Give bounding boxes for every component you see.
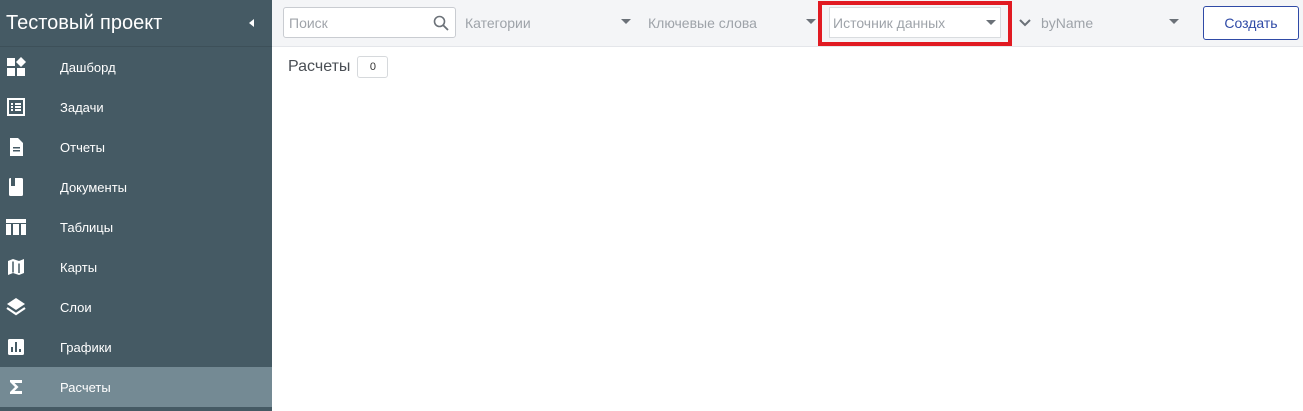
sidebar-item-documents[interactable]: Документы bbox=[0, 167, 272, 207]
app-window: Тестовый проект Дашборд Задачи Отчеты До… bbox=[0, 0, 1303, 411]
sidebar-item-tables[interactable]: Таблицы bbox=[0, 207, 272, 247]
keywords-dropdown[interactable]: Ключевые слова bbox=[648, 7, 820, 38]
filter-toolbar: Категории Ключевые слова Источник данных… bbox=[272, 0, 1303, 47]
tasks-icon bbox=[6, 97, 26, 117]
sort-dropdown[interactable]: byName bbox=[1017, 7, 1183, 38]
sidebar: Тестовый проект Дашборд Задачи Отчеты До… bbox=[0, 0, 272, 411]
categories-dropdown-label: Категории bbox=[465, 14, 531, 31]
sidebar-item-label: Графики bbox=[60, 339, 112, 355]
sidebar-item-calculations[interactable]: Расчеты bbox=[0, 367, 272, 407]
caret-down-icon bbox=[986, 20, 996, 25]
create-button[interactable]: Создать bbox=[1203, 6, 1299, 40]
sidebar-item-label: Задачи bbox=[60, 99, 104, 115]
collapse-sidebar-button[interactable] bbox=[240, 11, 264, 35]
sigma-icon bbox=[6, 377, 26, 397]
chevron-down-icon bbox=[1019, 18, 1031, 26]
categories-dropdown[interactable]: Категории bbox=[465, 7, 635, 38]
sidebar-item-label: Отчеты bbox=[60, 139, 105, 155]
chevron-left-icon bbox=[249, 19, 254, 27]
sidebar-item-maps[interactable]: Карты bbox=[0, 247, 272, 287]
sidebar-item-label: Документы bbox=[60, 179, 128, 195]
keywords-dropdown-label: Ключевые слова bbox=[648, 14, 757, 31]
dashboard-icon bbox=[6, 57, 26, 77]
data-source-dropdown-label: Источник данных bbox=[833, 14, 946, 31]
sidebar-item-layers[interactable]: Слои bbox=[0, 287, 272, 327]
table-icon bbox=[6, 217, 26, 237]
report-icon bbox=[6, 137, 26, 157]
sidebar-item-label: Дашборд bbox=[60, 59, 116, 75]
layers-icon bbox=[6, 297, 26, 317]
caret-down-icon bbox=[806, 19, 816, 24]
main-content: Расчеты 0 bbox=[272, 47, 1303, 411]
chart-icon bbox=[6, 337, 26, 357]
search-box bbox=[283, 7, 456, 38]
sidebar-item-label: Таблицы bbox=[60, 219, 114, 235]
sidebar-item-label: Слои bbox=[60, 299, 92, 315]
section-header: Расчеты 0 bbox=[288, 56, 389, 78]
caret-down-icon bbox=[621, 19, 631, 24]
sidebar-item-reports[interactable]: Отчеты bbox=[0, 127, 272, 167]
count-badge: 0 bbox=[357, 56, 389, 78]
search-icon[interactable] bbox=[432, 14, 450, 32]
sidebar-item-label: Расчеты bbox=[60, 379, 111, 395]
sidebar-item-tasks[interactable]: Задачи bbox=[0, 87, 272, 127]
document-icon bbox=[6, 177, 26, 197]
data-source-dropdown[interactable]: Источник данных bbox=[829, 7, 1001, 38]
sidebar-header: Тестовый проект bbox=[0, 0, 272, 47]
map-icon bbox=[6, 257, 26, 277]
section-title: Расчеты bbox=[288, 58, 351, 75]
sort-dropdown-label: byName bbox=[1041, 14, 1094, 31]
sidebar-item-charts[interactable]: Графики bbox=[0, 327, 272, 367]
search-input[interactable] bbox=[284, 14, 429, 31]
sidebar-item-label: Карты bbox=[60, 259, 98, 275]
project-title: Тестовый проект bbox=[6, 11, 163, 34]
sidebar-item-dashboard[interactable]: Дашборд bbox=[0, 47, 272, 87]
caret-down-icon bbox=[1169, 19, 1179, 24]
